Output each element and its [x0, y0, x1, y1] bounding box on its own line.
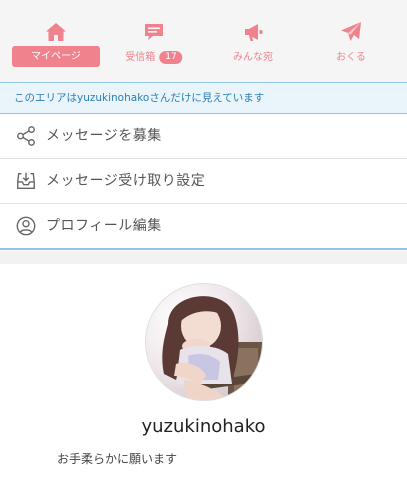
user-circle-icon	[16, 216, 36, 236]
tab-send[interactable]: おくる	[305, 0, 397, 82]
menu-item-receive-settings[interactable]: メッセージ受け取り設定	[0, 159, 407, 204]
tab-inbox[interactable]: 受信箱 17	[108, 0, 200, 82]
tab-inbox-label: 受信箱 17	[125, 48, 183, 64]
menu-item-recruit-messages[interactable]: メッセージを募集	[0, 114, 407, 159]
profile-username: yuzukinohako	[141, 416, 266, 437]
avatar[interactable]	[145, 283, 263, 401]
tab-mypage[interactable]: マイページ	[10, 0, 102, 82]
section-divider	[0, 251, 407, 264]
profile-section: yuzukinohako お手柔らかに願います	[0, 264, 407, 480]
inbox-download-icon	[17, 172, 35, 190]
tab-everyone[interactable]: みんな宛	[207, 0, 299, 82]
home-icon	[46, 23, 66, 41]
menu-item-edit-profile[interactable]: プロフィール編集	[0, 204, 407, 250]
menu-item-label: メッセージを募集	[46, 128, 162, 144]
profile-bio: お手柔らかに願います	[57, 452, 178, 466]
menu-item-label: プロフィール編集	[46, 218, 162, 234]
menu-item-label: メッセージ受け取り設定	[46, 173, 206, 189]
tab-send-label: おくる	[336, 52, 366, 63]
avatar-photo	[146, 284, 262, 400]
send-icon	[341, 22, 361, 41]
chat-icon	[145, 24, 163, 40]
top-tab-bar: マイページ 受信箱 17 みんな宛 おくる	[0, 0, 407, 82]
tab-inbox-text: 受信箱	[125, 52, 156, 63]
private-area-notice: このエリアはyuzukinohakoさんだけに見えています	[0, 82, 407, 114]
megaphone-icon	[245, 24, 263, 41]
mypage-menu: メッセージを募集 メッセージ受け取り設定 プロフィール編集	[0, 114, 407, 250]
tab-mypage-label: マイページ	[12, 46, 100, 67]
tab-everyone-label: みんな宛	[233, 52, 273, 63]
unread-count-badge: 17	[159, 51, 183, 64]
share-icon	[17, 126, 35, 146]
